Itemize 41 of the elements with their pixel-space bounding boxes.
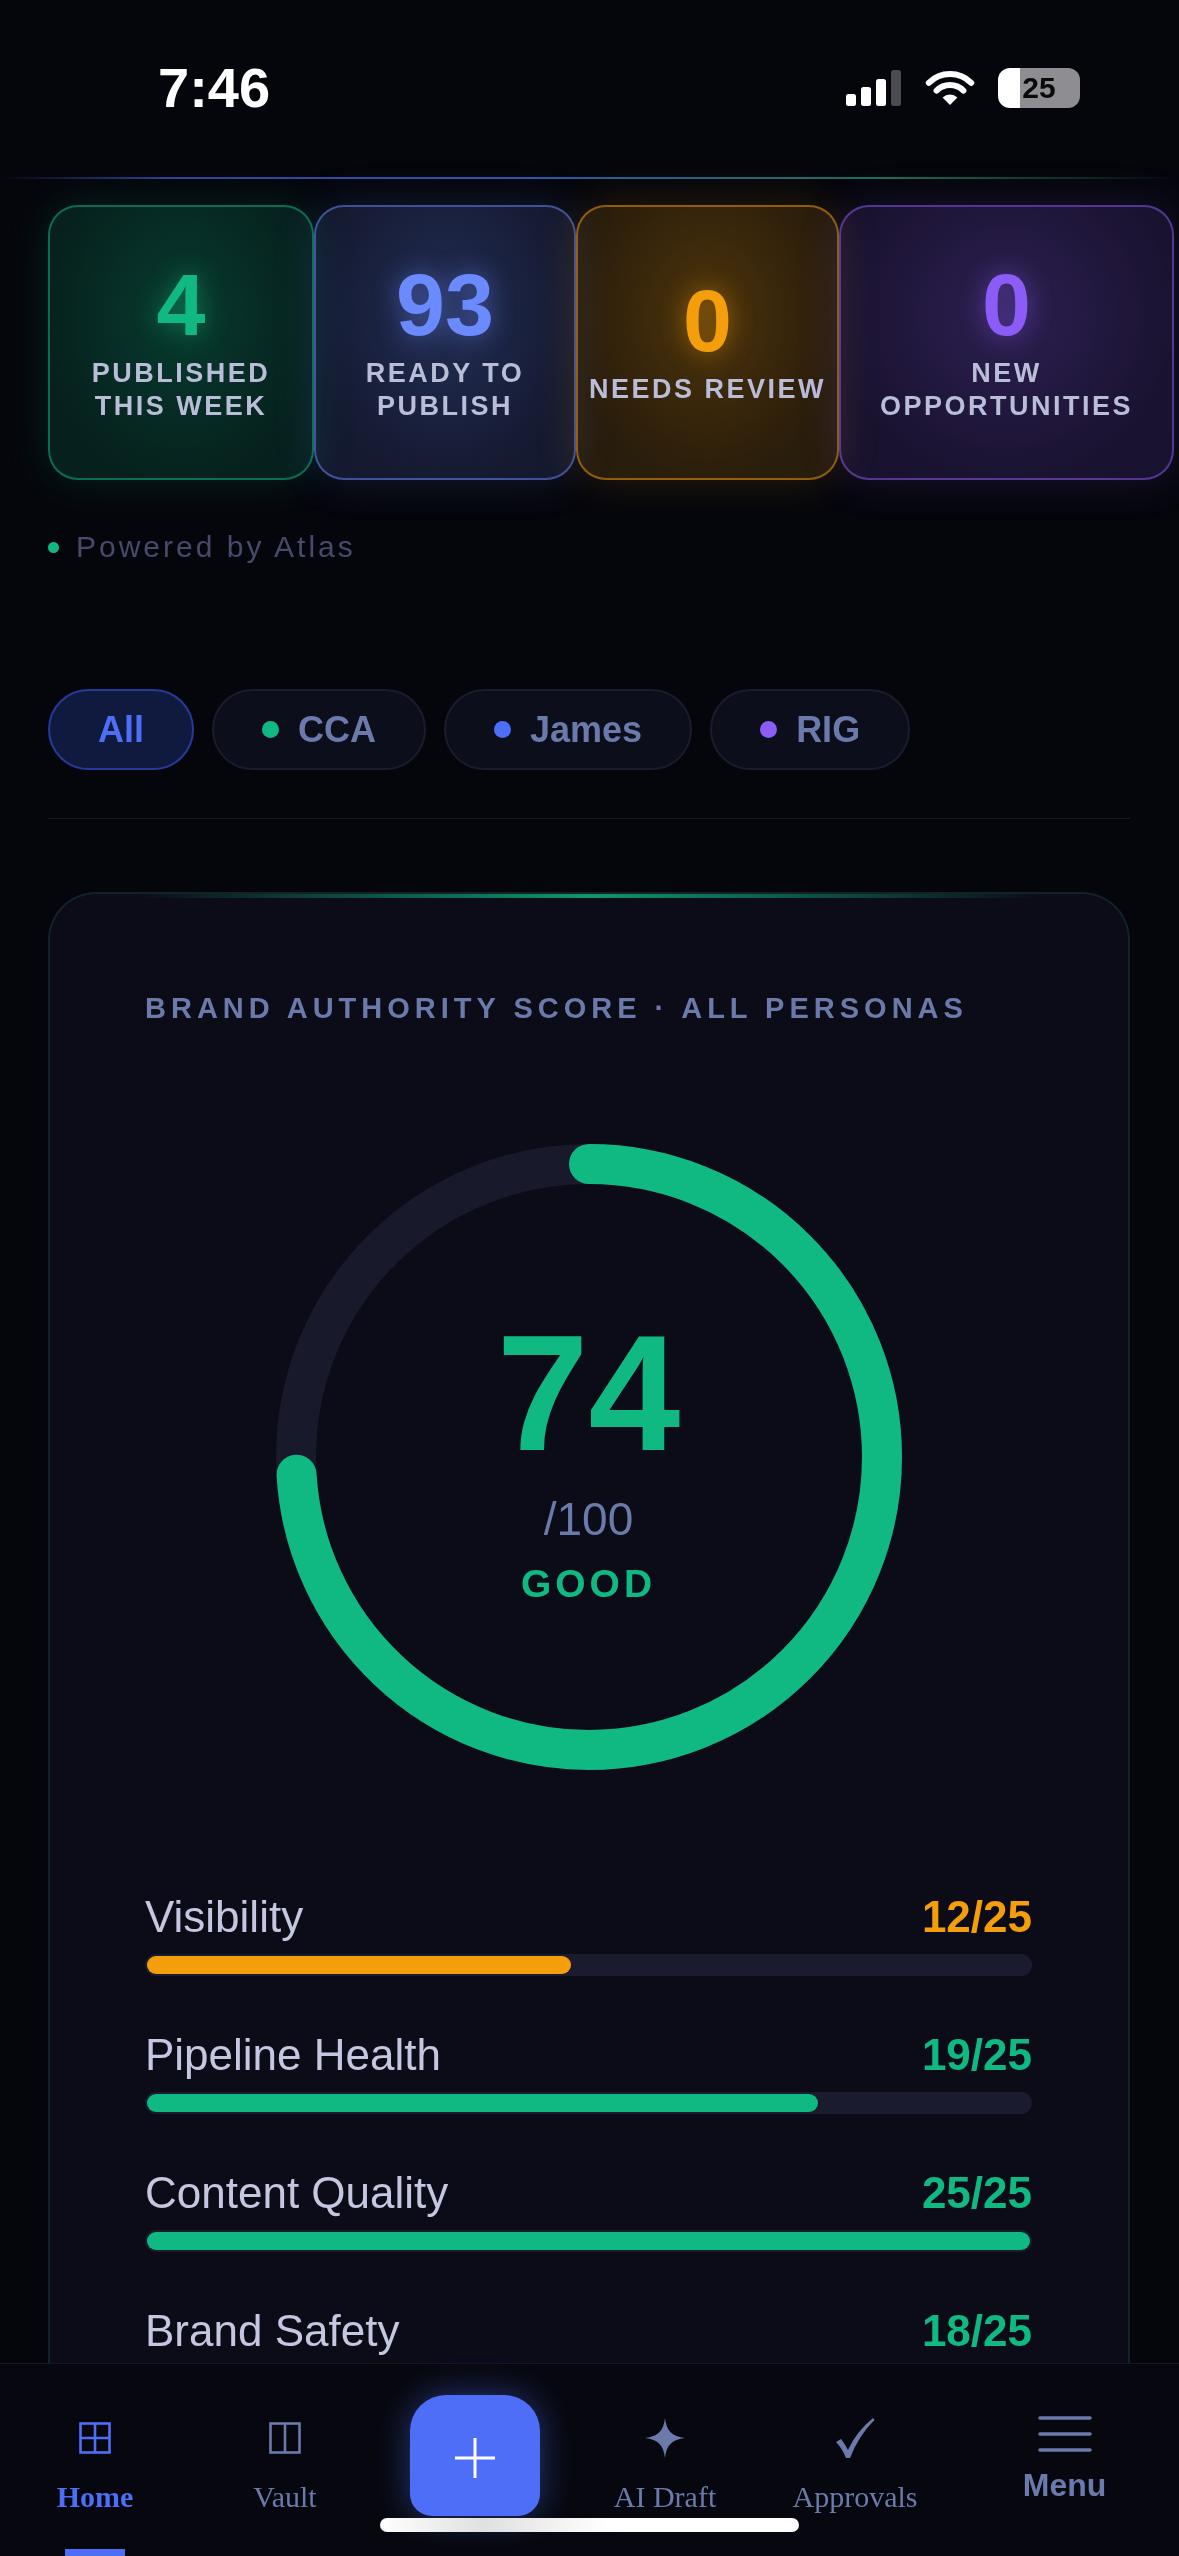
split-square-icon <box>269 2422 301 2454</box>
stat-value: 93 <box>396 262 494 347</box>
menu-icon <box>1037 2416 1092 2452</box>
filter-chip[interactable]: RIG <box>710 689 911 770</box>
metric-score: 19/25 <box>921 2030 1032 2080</box>
score-rating: GOOD <box>520 1563 657 1604</box>
stat-label: READY TO PUBLISH <box>364 356 526 423</box>
nav-tab[interactable]: Approvals <box>760 2364 950 2556</box>
sparkle-icon <box>645 2418 685 2458</box>
stat-value: 0 <box>683 279 732 363</box>
metric-label: Content Quality <box>145 2168 449 2218</box>
score-value: 74 <box>496 1310 681 1476</box>
menu-button[interactable]: Menu <box>950 2364 1179 2556</box>
metric-score: 12/25 <box>921 1892 1032 1942</box>
card-title: BRAND AUTHORITY SCORE · ALL PERSONAS <box>145 991 969 1026</box>
score-max-text: /100 <box>543 1495 634 1542</box>
metric-label: Visibility <box>145 1892 304 1942</box>
plus-icon <box>455 2437 495 2478</box>
filter-chip[interactable]: CCA <box>212 689 426 770</box>
nav-tab[interactable]: Vault <box>190 2364 380 2556</box>
filter-chip[interactable]: James <box>444 689 693 770</box>
stat-label: NEW OPPORTUNITIES <box>879 356 1134 423</box>
status-dot-icon <box>48 541 59 553</box>
add-button[interactable] <box>410 2395 540 2516</box>
powered-by-text: Powered by Atlas <box>76 529 356 565</box>
status-time: 7:46 <box>158 60 271 116</box>
stat-value: 4 <box>156 262 206 347</box>
metric-score: 25/25 <box>921 2168 1032 2218</box>
metric-score: 18/25 <box>921 2306 1032 2356</box>
signal-icon <box>846 70 902 106</box>
stat-value: 0 <box>982 262 1031 347</box>
metric-label: Pipeline Health <box>145 2030 441 2080</box>
stat-label: NEEDS REVIEW <box>588 373 826 406</box>
nav-tab[interactable]: AI Draft <box>570 2364 760 2556</box>
grid-icon <box>79 2422 111 2454</box>
metric-label: Brand Safety <box>145 2306 400 2356</box>
battery-indicator: 25 <box>998 68 1080 108</box>
check-icon <box>835 2417 875 2459</box>
wifi-icon <box>925 70 975 106</box>
stat-label: PUBLISHED THIS WEEK <box>90 356 272 423</box>
filter-chip[interactable]: All <box>48 689 194 770</box>
